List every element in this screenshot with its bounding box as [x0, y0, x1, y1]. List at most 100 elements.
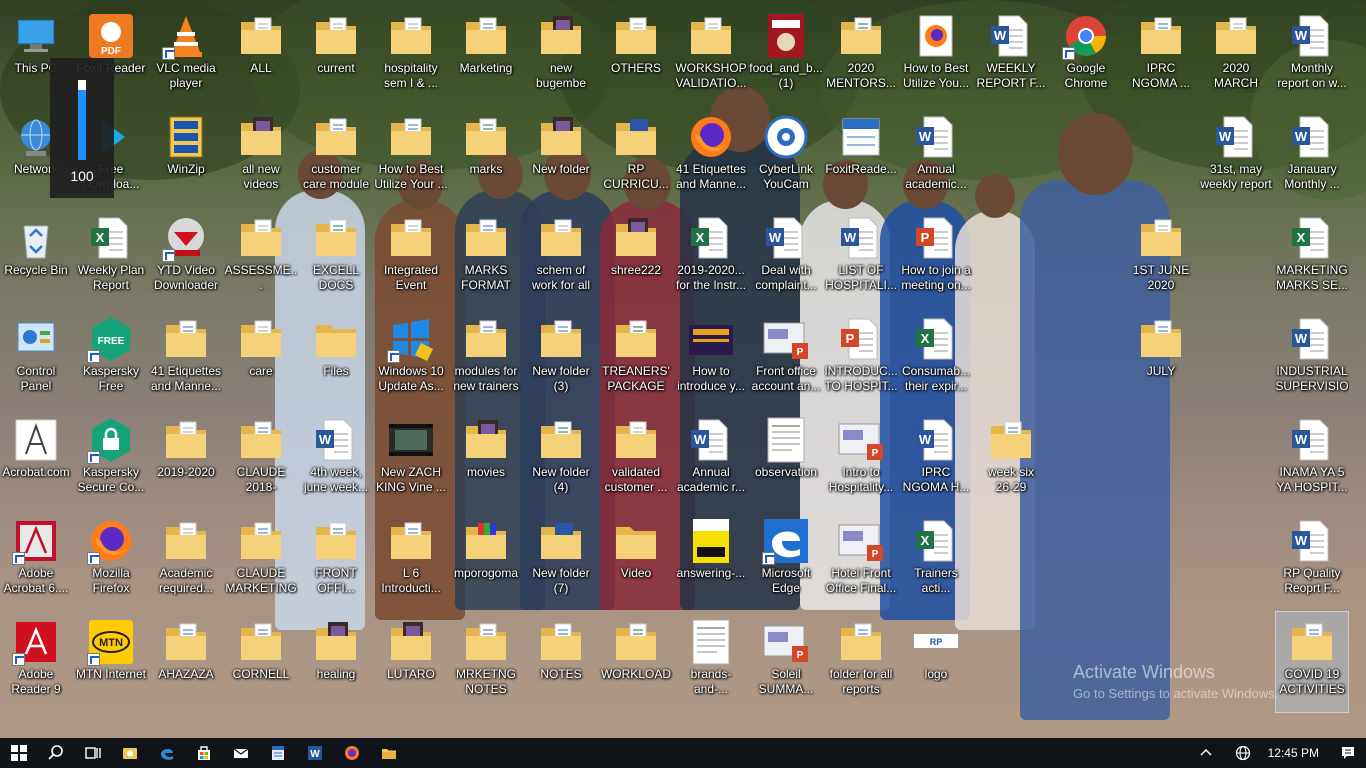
volume-slider-track[interactable]: [78, 80, 86, 160]
desktop-icon[interactable]: Academic required...: [150, 511, 222, 611]
desktop-icon[interactable]: WORKSHOP VALIDATIO...: [675, 6, 747, 106]
start-button[interactable]: [0, 738, 37, 768]
desktop-icon[interactable]: LUTARO: [375, 612, 447, 712]
desktop-icon[interactable]: customer care module: [300, 107, 372, 207]
volume-slider-thumb[interactable]: [78, 80, 86, 90]
desktop-icon[interactable]: validated customer ...: [600, 410, 672, 510]
desktop-icon[interactable]: Recycle Bin: [0, 208, 72, 308]
desktop-icon[interactable]: L 6 Introducti...: [375, 511, 447, 611]
desktop-icon[interactable]: W LIST OF HOSPITALI...: [825, 208, 897, 308]
desktop-icon[interactable]: Adobe Reader 9: [0, 612, 72, 712]
desktop-icon[interactable]: Windows 10 Update As...: [375, 309, 447, 409]
desktop-icon[interactable]: 2019-2020: [150, 410, 222, 510]
desktop-icon[interactable]: WinZip: [150, 107, 222, 207]
desktop-icon[interactable]: brands-and-...: [675, 612, 747, 712]
desktop-icon[interactable]: observation: [750, 410, 822, 510]
desktop-icon[interactable]: W Annual academic...: [900, 107, 972, 207]
taskbar-edge[interactable]: [148, 738, 185, 768]
desktop-icon[interactable]: MARKS FORMAT FOR: [450, 208, 522, 308]
desktop-icon[interactable]: FoxitReade...: [825, 107, 897, 207]
search-button[interactable]: [37, 738, 74, 768]
desktop-icon[interactable]: Kaspersky Secure Co...: [75, 410, 147, 510]
taskbar-store[interactable]: [185, 738, 222, 768]
desktop-icon[interactable]: shree222: [600, 208, 672, 308]
desktop-icon[interactable]: W Annual academic r...: [675, 410, 747, 510]
desktop-icon[interactable]: 2020 MENTORS...: [825, 6, 897, 106]
desktop-icon[interactable]: current: [300, 6, 372, 106]
desktop-icon[interactable]: 41 Etiquettes and Manne...: [675, 107, 747, 207]
desktop-icon[interactable]: YTD Video Downloader: [150, 208, 222, 308]
desktop-icon[interactable]: W 4th week, june week...: [300, 410, 372, 510]
desktop-icon[interactable]: X Weekly Plan Report: [75, 208, 147, 308]
desktop-icon[interactable]: RP logo: [900, 612, 972, 712]
taskbar-firefox[interactable]: [333, 738, 370, 768]
desktop-icon[interactable]: MRKETNG NOTES: [450, 612, 522, 712]
desktop-icon[interactable]: Video: [600, 511, 672, 611]
desktop-icon[interactable]: week six 26-29: [975, 410, 1047, 510]
desktop-icon[interactable]: WORKLOAD: [600, 612, 672, 712]
desktop-icon[interactable]: X MARKETING MARKS SE...: [1276, 208, 1348, 308]
desktop-icon[interactable]: RP CURRICU...: [600, 107, 672, 207]
desktop-icon[interactable]: Marketing: [450, 6, 522, 106]
desktop-icon[interactable]: Integrated Event mana...: [375, 208, 447, 308]
desktop-icon[interactable]: W WEEKLY REPORT F...: [975, 6, 1047, 106]
show-hidden-icons-button[interactable]: [1188, 738, 1225, 768]
desktop-icon[interactable]: AHAZAZA: [150, 612, 222, 712]
desktop-icon[interactable]: P Front office account an...: [750, 309, 822, 409]
desktop-icon[interactable]: all new videos: [225, 107, 297, 207]
desktop-icon[interactable]: ASSESSME...: [225, 208, 297, 308]
desktop-icon[interactable]: OTHERS: [600, 6, 672, 106]
desktop-icon[interactable]: W IPRC NGOMA H...: [900, 410, 972, 510]
task-view-button[interactable]: [74, 738, 111, 768]
desktop-icon[interactable]: ALL: [225, 6, 297, 106]
desktop-icon[interactable]: W Monthly report on w...: [1276, 6, 1348, 106]
taskbar-foxit[interactable]: [259, 738, 296, 768]
desktop-icon[interactable]: New ZACH KING Vine ...: [375, 410, 447, 510]
desktop-icon[interactable]: modules for new trainers: [450, 309, 522, 409]
desktop-icon[interactable]: W INAMA YA 5 YA HOSPIT...: [1276, 410, 1348, 510]
desktop-icon[interactable]: New folder (7): [525, 511, 597, 611]
desktop-icon[interactable]: Control Panel: [0, 309, 72, 409]
desktop-icon[interactable]: CLAUDE MARKETING: [225, 511, 297, 611]
desktop-icon[interactable]: food_and_b... (1): [749, 6, 823, 106]
desktop-icon[interactable]: New folder (3): [525, 309, 597, 409]
desktop-icon[interactable]: FRONT OFFI...: [300, 511, 372, 611]
desktop-icon[interactable]: Microsoft Edge: [750, 511, 822, 611]
desktop-icon[interactable]: FREE Kaspersky Free: [75, 309, 147, 409]
desktop-icon[interactable]: VLC media player: [150, 6, 222, 106]
desktop-icon[interactable]: New folder (4): [525, 410, 597, 510]
desktop-icon[interactable]: Mozilla Firefox: [75, 511, 147, 611]
desktop-icon[interactable]: W RP Quality Reoprt F...: [1276, 511, 1348, 611]
desktop-icon[interactable]: Google Chrome: [1050, 6, 1122, 106]
desktop-icon[interactable]: new bugembe: [525, 6, 597, 106]
volume-flyout[interactable]: 100: [50, 58, 114, 198]
desktop-icon[interactable]: How to introduce y...: [675, 309, 747, 409]
desktop-icon[interactable]: folder for all reports: [825, 612, 897, 712]
taskbar-word[interactable]: W: [296, 738, 333, 768]
action-center-button[interactable]: [1329, 738, 1366, 768]
desktop-icon[interactable]: W 31st, may weekly report: [1200, 107, 1272, 207]
desktop-icon[interactable]: marks: [450, 107, 522, 207]
desktop-icon[interactable]: CORNELL: [225, 612, 297, 712]
desktop-icon[interactable]: CLAUDE 2018-2019N...: [225, 410, 297, 510]
desktop-icon[interactable]: hospitality sem I & ...: [375, 6, 447, 106]
desktop-icon[interactable]: NOTES: [525, 612, 597, 712]
taskbar-mail[interactable]: [222, 738, 259, 768]
desktop-icon[interactable]: 41 Etiquettes and Manne...: [150, 309, 222, 409]
desktop-icon[interactable]: healing: [300, 612, 372, 712]
desktop-icon[interactable]: MTN MTN Internet: [75, 612, 147, 712]
desktop-icon[interactable]: TREANERS' PACKAGE: [600, 309, 672, 409]
desktop-icon[interactable]: How to Best Utilize Your ...: [374, 107, 448, 207]
desktop-icon[interactable]: CyberLink YouCam: [750, 107, 822, 207]
desktop-icon[interactable]: 1ST JUNE 2020: [1125, 208, 1197, 308]
desktop-icon[interactable]: X Trainers acti... plan and re...: [900, 511, 972, 611]
desktop-icon[interactable]: answering-...: [675, 511, 747, 611]
desktop-icon[interactable]: schem of work for all: [525, 208, 597, 308]
network-button[interactable]: [1225, 738, 1262, 768]
desktop-icon[interactable]: mporogoma: [450, 511, 522, 611]
taskbar-file-explorer[interactable]: [370, 738, 407, 768]
desktop-icon[interactable]: P Soleil SUMMA...: [750, 612, 822, 712]
desktop-icon[interactable]: How to Best Utilize You...: [900, 6, 972, 106]
desktop-icon[interactable]: W Deal with complaint...: [750, 208, 822, 308]
desktop-icon[interactable]: P How to join a meeting on...: [900, 208, 972, 308]
